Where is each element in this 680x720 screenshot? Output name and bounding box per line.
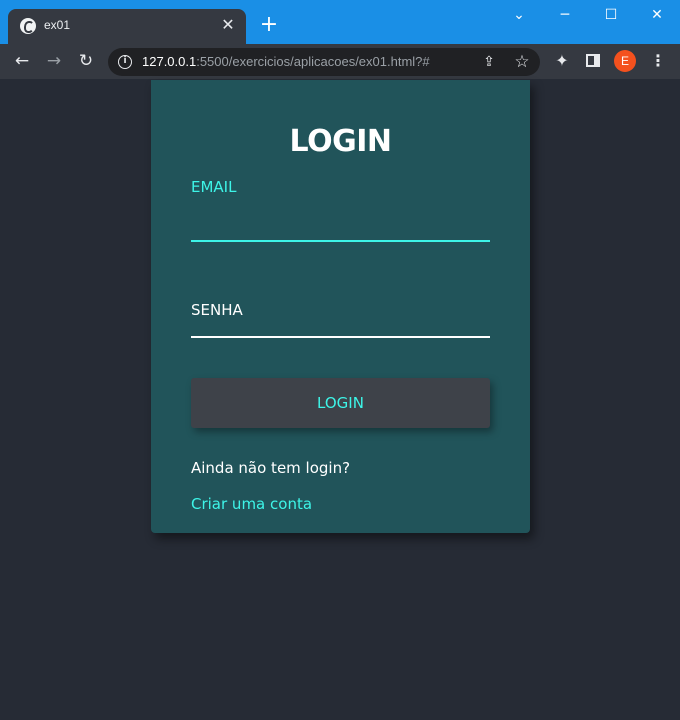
tab-close-icon[interactable]: ✕: [218, 15, 238, 35]
email-label: EMAIL: [191, 178, 237, 196]
minimize-icon[interactable]: ─: [542, 0, 588, 32]
url-text[interactable]: 127.0.0.1:5500/exercicios/aplicacoes/ex0…: [142, 54, 430, 69]
url-host: 127.0.0.1: [142, 54, 197, 69]
reload-icon[interactable]: ↻: [72, 47, 100, 75]
login-button[interactable]: LOGIN: [191, 378, 490, 428]
profile-avatar[interactable]: E: [614, 50, 636, 72]
url-path: :5500/exercicios/aplicacoes/ex01.html?#: [196, 54, 430, 69]
browser-toolbar: ← → ↻ i 127.0.0.1:5500/exercicios/aplica…: [0, 44, 680, 79]
info-icon[interactable]: i: [118, 55, 132, 69]
new-tab-button[interactable]: +: [258, 14, 280, 36]
side-panel-icon[interactable]: [586, 54, 600, 67]
extensions-puzzle-icon[interactable]: ✦: [552, 51, 572, 71]
forward-arrow-icon[interactable]: →: [40, 47, 68, 75]
share-icon[interactable]: ⇪: [480, 53, 498, 71]
window-close-icon[interactable]: ✕: [634, 0, 680, 32]
browser-titlebar: ex01 ✕ + ⌄ ─ ☐ ✕: [0, 0, 680, 44]
globe-icon: [20, 18, 36, 34]
password-field[interactable]: [191, 302, 490, 338]
maximize-icon[interactable]: ☐: [588, 0, 634, 32]
tab-title: ex01: [44, 18, 71, 32]
kebab-menu-icon[interactable]: ⋮: [648, 50, 668, 72]
email-field[interactable]: [191, 206, 490, 242]
browser-tab[interactable]: ex01 ✕: [8, 9, 246, 44]
create-account-link[interactable]: Criar uma conta: [191, 495, 312, 513]
login-title: LOGIN: [289, 124, 392, 159]
address-bar[interactable]: i 127.0.0.1:5500/exercicios/aplicacoes/e…: [108, 48, 540, 76]
chevron-down-icon[interactable]: ⌄: [496, 0, 542, 32]
signup-prompt: Ainda não tem login?: [191, 459, 351, 477]
login-card: LOGIN EMAIL SENHA LOGIN Ainda não tem lo…: [151, 80, 530, 533]
bookmark-star-icon[interactable]: ☆: [512, 52, 532, 72]
back-arrow-icon[interactable]: ←: [8, 47, 36, 75]
